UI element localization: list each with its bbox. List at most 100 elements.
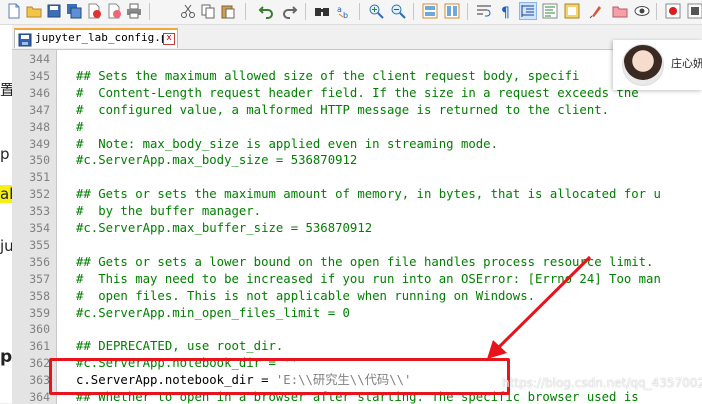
code-line[interactable]: 357 # This may need to be increased if yo… [12,271,702,288]
line-number: 357 [29,271,50,286]
code-line[interactable]: 361 ## DEPRECATED, use root_dir. [12,338,702,355]
line-number: 353 [29,204,50,219]
line-number: 344 [29,52,50,66]
code-line[interactable]: 355 [12,237,702,254]
code-line[interactable]: 349 # Note: max_body_size is applied even… [12,136,702,153]
code-text: # This may need to be increased if you r… [76,271,661,288]
language-icon[interactable] [542,3,558,19]
line-number: 355 [29,237,50,252]
code-text: ## DEPRECATED, use root_dir. [76,338,283,355]
code-text: ## Gets or sets the maximum amount of me… [76,186,661,203]
code-line[interactable]: 360 [12,321,702,338]
tab-bar: jupyter_lab_config.py x [12,25,702,49]
code-text-main: ## Sets the maximum allowed size of the … [76,68,580,83]
line-number: 352 [29,187,50,202]
code-line[interactable]: 354 #c.ServerApp.max_buffer_size = 536870… [12,220,702,237]
tab-label: jupyter_lab_config.py [35,31,175,44]
paste-icon[interactable] [220,3,236,19]
code-text-main: # Note: max_body_size is applied even in… [76,136,498,151]
background-text-fragment: ju [0,237,12,255]
zoom-in-icon[interactable] [368,3,384,19]
copy-icon[interactable] [200,3,216,19]
code-text: # open files. This is not applicable whe… [76,288,535,305]
zoom-out-icon[interactable] [390,3,406,19]
code-line[interactable]: 346 # Content-Length request header field… [12,85,702,102]
function-list-icon[interactable] [564,3,580,19]
code-line[interactable]: 353 # by the buffer manager. [12,203,702,220]
code-text: ## Gets or sets a lower bound on the ope… [76,254,653,271]
avatar [622,44,664,86]
avatar-name: 庄心妍 [671,57,702,70]
word-wrap-icon[interactable] [476,3,492,19]
tab-jupyter-lab-config[interactable]: jupyter_lab_config.py x [14,28,178,48]
close-tab-icon[interactable]: x [163,33,175,45]
code-line[interactable]: 352 ## Gets or sets the maximum amount of… [12,186,702,203]
code-text-main: ## DEPRECATED, use root_dir. [76,339,284,354]
code-text: # Note: max_body_size is applied even in… [76,136,498,153]
stop-macro-icon[interactable] [687,3,702,19]
code-text-main: # This may need to be increased if you r… [76,271,661,286]
new-file-icon[interactable] [6,3,22,19]
undo-icon[interactable] [258,3,274,19]
find-icon[interactable] [314,3,330,19]
watermark-text: https://blog.csdn.net/qq_43570025 [502,376,702,390]
code-editor[interactable]: 344 345 ## Sets the maximum allowed size o… [12,49,702,404]
open-file-icon[interactable] [26,3,42,19]
folder-as-workspace-icon[interactable] [588,3,604,19]
code-text: #c.ServerApp.min_open_files_limit = 0 [76,305,350,322]
document-map-icon[interactable] [612,3,628,19]
code-text-main: # configured value, a malformed HTTP mes… [76,102,610,117]
code-line[interactable]: 351 [12,169,702,186]
background-text-fragment: ab [0,185,12,203]
code-text-main: # by the buffer manager. [76,204,262,219]
toolbar: ab ¶ [0,0,702,25]
cut-icon[interactable] [180,3,196,19]
sync-vertical-icon[interactable] [422,3,438,19]
code-text: ## Sets the maximum allowed size of the … [76,68,579,85]
close-all-icon[interactable] [106,3,122,19]
indent-guide-icon[interactable] [519,2,537,20]
line-number: 361 [29,339,50,354]
background-text-fragment: p [0,145,10,163]
record-macro-icon[interactable] [665,3,681,19]
redo-icon[interactable] [282,3,298,19]
code-text: # by the buffer manager. [76,203,261,220]
code-line[interactable]: 359 #c.ServerApp.min_open_files_limit = 0 [12,305,702,322]
line-number: 358 [29,288,50,303]
code-line[interactable]: 345 ## Sets the maximum allowed size of t… [12,68,702,85]
svg-text:a: a [337,5,342,14]
line-number: 350 [29,153,50,168]
toolbar-separator [149,3,150,20]
code-text: # Content-Length request header field. I… [76,85,639,102]
svg-text:¶: ¶ [501,5,510,19]
replace-icon[interactable]: ab [336,3,352,19]
line-number: 349 [29,136,50,151]
code-text-main: #c.ServerApp.max_buffer_size = 536870912 [76,221,373,235]
code-line[interactable]: 356 ## Gets or sets a lower bound on the … [12,254,702,271]
monitor-icon[interactable] [634,3,650,19]
code-text: #c.ServerApp.max_buffer_size = 536870912 [76,220,372,237]
line-number: 359 [29,305,50,320]
code-line[interactable]: 350 #c.ServerApp.max_body_size = 53687091… [12,152,702,169]
code-line[interactable]: 344 [12,51,702,68]
line-number: 360 [29,322,50,337]
avatar-card[interactable]: 庄心妍 [613,40,702,90]
toolbar-separator [305,3,306,20]
code-line[interactable]: 348 # [12,119,702,136]
code-line[interactable]: 347 # configured value, a malformed HTTP … [12,102,702,119]
show-all-chars-icon[interactable]: ¶ [498,3,514,19]
toolbar-separator [467,3,468,20]
code-text-main: # Content-Length request header field. I… [76,85,639,100]
line-number: 351 [29,170,50,185]
code-text-main: ## Gets or sets the maximum amount of me… [76,187,661,202]
save-icon[interactable] [46,3,62,19]
code-text-main: #c.ServerApp.max_body_size = 536870912 [76,153,358,168]
sync-horizontal-icon[interactable] [444,3,460,19]
code-text-main: ## Gets or sets a lower bound on the ope… [76,254,654,269]
line-number: 354 [29,221,50,235]
save-all-icon[interactable] [66,3,82,19]
print-icon[interactable] [126,3,142,19]
line-number: 356 [29,254,50,269]
close-file-icon[interactable] [86,3,102,19]
code-line[interactable]: 358 # open files. This is not applicable … [12,288,702,305]
